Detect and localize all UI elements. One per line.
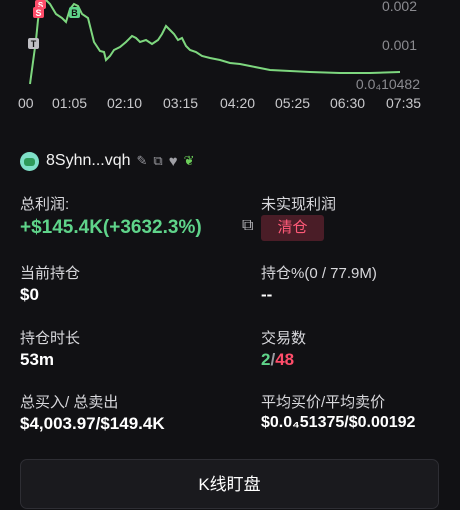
x-axis-label: 01:05 bbox=[52, 95, 88, 111]
buy-sell-total-value: $4,003.97/$149.4K bbox=[20, 414, 165, 433]
trader-name: 8Syhn...vqh bbox=[46, 152, 131, 169]
holding-value: $0 bbox=[20, 285, 39, 304]
avatar bbox=[20, 151, 39, 171]
share-icon[interactable]: ⧉ bbox=[242, 217, 253, 235]
total-profit-value: +$145.4K(+3632.3%) bbox=[20, 217, 202, 238]
trades-label: 交易数 bbox=[261, 330, 307, 347]
duration-label: 持仓时长 bbox=[20, 330, 81, 347]
total-profit-label: 总利润: bbox=[20, 196, 70, 213]
unrealized-profit-label: 未实现利润 bbox=[261, 196, 337, 213]
y-axis-label: 0.0₄10482 bbox=[355, 76, 420, 92]
x-axis-label: 07:35 bbox=[386, 95, 422, 111]
y-axis-label: 0.001 bbox=[381, 37, 417, 53]
copy-icon[interactable]: ⧉ bbox=[153, 153, 162, 169]
x-axis-label: 03:15 bbox=[163, 95, 199, 111]
price-chart: S S B T 0.002 0.001 0.0₄10482 00 01:05 0… bbox=[0, 0, 460, 118]
x-axis-label: 04:20 bbox=[220, 95, 256, 111]
trades-sells: 48 bbox=[275, 350, 295, 369]
x-axis-label: 00 bbox=[18, 95, 34, 111]
y-axis-label: 0.002 bbox=[381, 0, 417, 14]
heart-icon[interactable]: ♥ bbox=[169, 153, 178, 170]
trades-value: 2/48 bbox=[261, 350, 294, 370]
buy-sell-total-label: 总买入/ 总卖出 bbox=[20, 394, 119, 411]
trader-row: 8Syhn...vqh ✎ ⧉ ♥ ❦ bbox=[20, 150, 195, 172]
edit-icon[interactable]: ✎ bbox=[137, 153, 148, 169]
avg-price-label: 平均买价/平均卖价 bbox=[261, 394, 386, 411]
x-axis-label: 05:25 bbox=[275, 95, 311, 111]
x-axis-label: 02:10 bbox=[107, 95, 143, 111]
x-axis-label: 06:30 bbox=[330, 95, 366, 111]
holding-percent-value: -- bbox=[261, 285, 273, 304]
holding-percent-label: 持仓%(0 / 77.9M) bbox=[261, 265, 377, 282]
sell-marker-label: S bbox=[35, 8, 41, 18]
kline-watch-button[interactable]: K线盯盘 bbox=[20, 459, 439, 509]
clear-position-button[interactable]: 清仓 bbox=[261, 215, 324, 241]
price-line bbox=[29, 0, 401, 85]
holding-label: 当前持仓 bbox=[20, 265, 81, 282]
buy-marker-label: B bbox=[71, 8, 78, 18]
leaf-icon: ❦ bbox=[183, 153, 195, 168]
avg-price-value: $0.0₄51375/$0.00192 bbox=[261, 414, 416, 431]
duration-value: 53m bbox=[20, 350, 55, 369]
tag-marker-label: T bbox=[31, 39, 37, 49]
